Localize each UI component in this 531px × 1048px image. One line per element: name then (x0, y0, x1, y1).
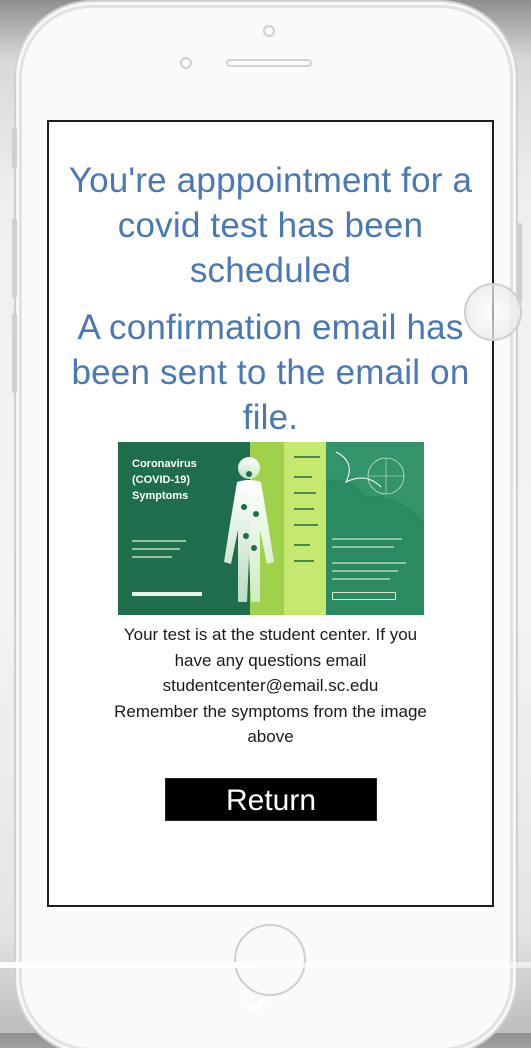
infographic-label-line (294, 492, 316, 494)
infographic-label-line (294, 544, 310, 546)
infographic-text-line (132, 556, 172, 558)
infographic-text-line (132, 548, 180, 550)
side-button-mute (12, 128, 17, 168)
infographic-label-line (294, 524, 318, 526)
return-button[interactable]: Return (165, 778, 377, 821)
headline-line: scheduled (189, 251, 352, 290)
confirmation-headline: A confirmation email has been sent to th… (49, 305, 492, 440)
infographic-title-line: (COVID-19) (132, 474, 191, 486)
infographic-label-line (294, 476, 312, 478)
infographic-text-line (132, 540, 186, 542)
side-button-volume-up (12, 218, 17, 298)
side-button-power (517, 223, 522, 303)
side-button-volume-down (12, 313, 17, 393)
infographic-text-line (332, 570, 398, 572)
message-line: above (247, 727, 294, 746)
infographic-title-line: Coronavirus (132, 458, 197, 470)
infographic-title: Coronavirus (COVID-19) Symptoms (132, 456, 212, 504)
infographic-label-line (294, 560, 314, 562)
human-body-icon (224, 457, 274, 602)
earpiece-speaker (226, 59, 312, 67)
home-button[interactable] (234, 924, 306, 996)
message-line: have any questions email (174, 650, 367, 670)
headline-line: covid test has been (117, 206, 424, 245)
video-progress-bar[interactable] (0, 962, 531, 968)
infographic-label-line (294, 508, 314, 510)
infographic-text-line (332, 578, 390, 580)
message-line: Your test is at the student center. If y… (123, 625, 418, 644)
infographic-text-line (332, 546, 394, 548)
infographic-title-line: Symptoms (132, 490, 189, 502)
infographic-text-line (332, 538, 402, 540)
appointment-headline: You're apppointment for a covid test has… (49, 158, 492, 293)
infographic-text-line (132, 592, 202, 596)
message-line: Remember the symptoms from the image (114, 701, 427, 721)
video-progress-fill (0, 962, 255, 968)
confirmation-line: been sent to the email on (71, 353, 470, 392)
assistive-touch-icon[interactable] (464, 283, 522, 341)
infographic-link-box (332, 592, 396, 600)
globe-graphic (326, 442, 424, 522)
test-location-message: Your test is at the student center. If y… (49, 622, 492, 750)
confirmation-line: A confirmation email has (77, 308, 464, 347)
sensor-dot (180, 57, 192, 69)
infographic-text-line (332, 562, 406, 564)
infographic-label-line (294, 456, 320, 458)
camera-dot (263, 25, 275, 37)
confirmation-line: file. (242, 398, 299, 437)
message-email[interactable]: studentcenter@email.sc.edu (49, 673, 492, 699)
headline-line: You're apppointment for a (68, 161, 473, 200)
symptoms-infographic: Coronavirus (COVID-19) Symptoms (118, 442, 424, 615)
app-screen: You're apppointment for a covid test has… (47, 120, 494, 907)
